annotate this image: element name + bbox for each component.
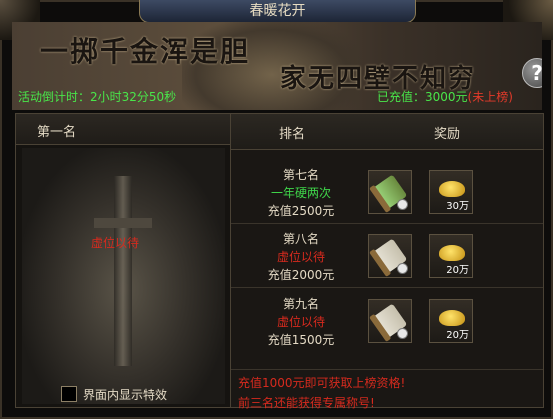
recharged-amount: 已充值：3000元(未上榜) <box>377 88 513 105</box>
row-divider <box>231 369 543 370</box>
event-countdown: 活动倒计时：2小时32分50秒 <box>18 90 177 104</box>
reward-gold-qty: 20万 <box>446 265 469 276</box>
rank-requirement: 充值2000元 <box>267 268 335 282</box>
gold-ingot-icon <box>439 245 465 261</box>
reward-gold-slot[interactable]: 20万 <box>429 299 473 343</box>
recharged-label: 已充值：3000元 <box>377 90 468 104</box>
top-rank-statue <box>22 148 225 404</box>
gold-ingot-icon <box>439 310 465 326</box>
reward-gold-qty: 30万 <box>446 201 469 212</box>
rank-name: 第七名 <box>282 168 319 182</box>
ranking-table: 排名 奖励 第七名 一年硬两次 充值2500元 30万 第八名 虚位以待 充值2… <box>230 113 544 408</box>
item-badge-icon <box>397 199 408 210</box>
reward-column-header: 奖励 <box>434 127 461 142</box>
item-badge-icon <box>397 328 408 339</box>
show-effects-label: 界面内显示特效 <box>83 388 168 402</box>
ranking-status: (未上榜) <box>467 90 513 104</box>
rank-name: 第九名 <box>282 297 319 311</box>
row-divider <box>231 223 543 224</box>
gold-ingot-icon <box>439 181 465 197</box>
statue-sword <box>114 176 132 366</box>
reward-item-slot[interactable] <box>368 170 412 214</box>
rank-row-9: 第九名 虚位以待 充值1500元 <box>246 295 356 349</box>
window-title: 春暖花开 <box>249 3 306 19</box>
statue-sword-guard <box>94 218 152 228</box>
top-rank-panel: 第一名 虚位以待 界面内显示特效 <box>15 113 232 408</box>
reward-item-slot[interactable] <box>368 234 412 278</box>
rank-requirement: 充值2500元 <box>267 204 335 218</box>
rank-holder: 虚位以待 <box>276 250 325 264</box>
rank-holder: 虚位以待 <box>276 315 325 329</box>
reward-item-slot[interactable] <box>368 299 412 343</box>
rank-holder: 一年硬两次 <box>270 186 331 200</box>
reward-gold-slot[interactable]: 30万 <box>429 170 473 214</box>
rank-name: 第八名 <box>282 232 319 246</box>
item-badge-icon <box>397 263 408 274</box>
rank-column-header: 排名 <box>279 127 306 142</box>
top-rank-header: 第一名 <box>16 114 231 145</box>
rank-requirement: 充值1500元 <box>267 333 335 347</box>
top-rank-placeholder: 虚位以待 <box>91 236 140 250</box>
rank-row-8: 第八名 虚位以待 充值2000元 <box>246 230 356 284</box>
show-effects-checkbox[interactable] <box>61 386 77 402</box>
reward-gold-slot[interactable]: 20万 <box>429 234 473 278</box>
row-divider <box>231 287 543 288</box>
top-rank-title: 第一名 <box>37 125 77 140</box>
window-title-tab: 春暖花开 <box>139 0 416 23</box>
rank-row-7: 第七名 一年硬两次 充值2500元 <box>246 166 356 220</box>
ranking-table-header: 排名 奖励 <box>231 114 543 150</box>
help-icon[interactable]: ? <box>522 58 542 88</box>
reward-gold-qty: 20万 <box>446 330 469 341</box>
title-reward-tip: 前三名还能获得专属称号! <box>238 396 375 410</box>
slogan-line-1: 一掷千金浑是胆 <box>40 35 251 68</box>
ranking-eligibility-tip: 充值1000元即可获取上榜资格! <box>238 376 406 390</box>
